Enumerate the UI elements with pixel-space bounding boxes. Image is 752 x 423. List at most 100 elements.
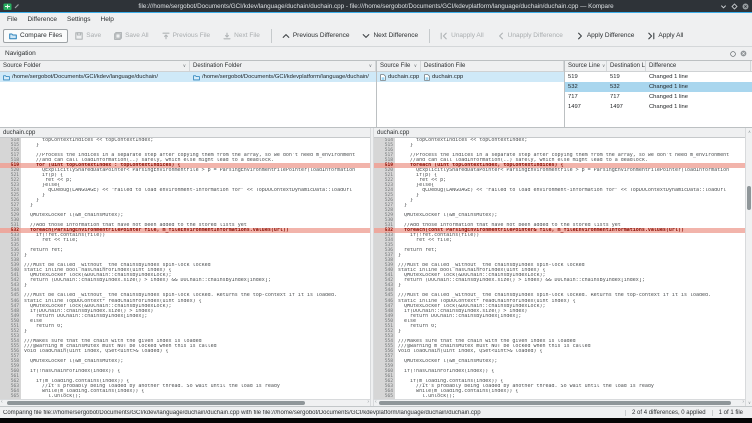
- source-line: 717: [565, 94, 607, 100]
- destination-line: 717: [607, 94, 646, 100]
- folders-list: Source Folder∨Destination Folder∨/home/s…: [0, 61, 377, 127]
- titlebar-pencil-icon: [14, 3, 20, 9]
- column-header-label: Destination File: [424, 63, 465, 69]
- next-file-button[interactable]: Next File: [217, 29, 266, 43]
- toolbar-separator: [271, 29, 272, 43]
- column-header-label: Source File: [380, 63, 410, 69]
- differences-list: Source Line∨Destination LineDifference 51…: [565, 61, 752, 127]
- difference-row[interactable]: 519519Changed 1 line: [565, 72, 752, 82]
- column-header-destination-file[interactable]: Destination File: [421, 61, 564, 71]
- kompare-window: file:///home/sergobot/Documents/GCI/kdev…: [0, 0, 752, 423]
- next-difference-button[interactable]: Next Difference: [356, 29, 424, 43]
- toolbar-separator: [429, 29, 430, 43]
- differences-status: 2 of 4 differences, 0 applied: [625, 410, 712, 416]
- scroll-left-icon[interactable]: ‹: [1, 399, 3, 406]
- menu-difference[interactable]: Difference: [22, 16, 62, 23]
- folder-icon: [193, 74, 200, 81]
- destination-file-cell: duchain.cpp: [421, 74, 564, 81]
- apply-all-icon: [647, 32, 655, 40]
- save-all-icon: [114, 32, 122, 40]
- float-dock-icon[interactable]: [730, 51, 736, 57]
- unapply-difference-button[interactable]: Unapply Difference: [491, 29, 569, 43]
- compare-files-button[interactable]: Compare Files: [3, 29, 68, 43]
- column-header-label: Difference: [649, 63, 676, 69]
- column-header-destination-line[interactable]: Destination Line: [607, 61, 646, 71]
- difference-text: Changed 1 line: [646, 94, 751, 100]
- compare-files-label: Compare Files: [20, 32, 62, 39]
- scroll-up-icon[interactable]: ∧: [746, 129, 752, 134]
- source-pane: duchain.cpp 514 topContextIndices << top…: [0, 128, 370, 406]
- previous-file-label: Previous File: [173, 32, 211, 39]
- column-header-source-folder[interactable]: Source Folder∨: [0, 61, 190, 71]
- navigation-dock-title: Navigation: [5, 50, 36, 57]
- destination-folder-cell: /home/sergobot/Documents/GCI/kdevplatfor…: [190, 74, 376, 81]
- menu-help[interactable]: Help: [96, 16, 119, 23]
- source-line: 1497: [565, 104, 607, 110]
- screen-edge: [0, 418, 752, 423]
- menu-file[interactable]: File: [2, 16, 22, 23]
- list-header: Source File ∨ Destination File: [377, 61, 564, 72]
- cpp-file-icon: [424, 74, 430, 81]
- save-button[interactable]: Save: [69, 29, 107, 43]
- scroll-right-icon[interactable]: ›: [367, 399, 369, 406]
- file-row[interactable]: duchain.cppduchain.cpp: [377, 72, 564, 82]
- difference-row[interactable]: 14971497Changed 1 line: [565, 102, 752, 112]
- menu-settings[interactable]: Settings: [62, 16, 96, 23]
- cpp-file-icon: [380, 74, 386, 81]
- apply-difference-button[interactable]: Apply Difference: [570, 29, 641, 43]
- column-header-destination-folder[interactable]: Destination Folder∨: [190, 61, 376, 71]
- save-icon: [75, 32, 83, 40]
- scroll-down-icon[interactable]: ∨: [746, 400, 752, 405]
- save-all-button[interactable]: Save All: [108, 29, 155, 43]
- unapply-all-label: Unapply All: [451, 32, 484, 39]
- maximize-icon[interactable]: [731, 3, 738, 10]
- titlebar[interactable]: file:///home/sergobot/Documents/GCI/kdev…: [0, 0, 752, 13]
- list-header: Source Folder∨Destination Folder∨: [0, 61, 376, 72]
- close-dock-icon[interactable]: [740, 50, 747, 57]
- destination-line: 1497: [607, 104, 646, 110]
- folder-row[interactable]: /home/sergobot/Documents/GCI/kdev/langua…: [0, 72, 376, 82]
- source-code-area[interactable]: 514 topContextIndices << topContextIndex…: [0, 138, 370, 399]
- destination-folder-path: /home/sergobot/Documents/GCI/kdevplatfor…: [202, 74, 369, 80]
- unapply-difference-icon: [497, 32, 505, 40]
- previous-difference-button[interactable]: Previous Difference: [276, 29, 356, 43]
- close-icon[interactable]: [742, 3, 749, 10]
- sort-indicator-icon: ∨: [414, 63, 417, 69]
- source-pane-title: duchain.cpp: [0, 128, 370, 138]
- navigation-panel: Source Folder∨Destination Folder∨/home/s…: [0, 60, 752, 128]
- previous-file-button[interactable]: Previous File: [156, 29, 217, 43]
- column-header-source-line[interactable]: Source Line∨: [565, 61, 607, 71]
- destination-pane-title: duchain.cpp: [374, 128, 745, 138]
- minimize-icon[interactable]: [720, 3, 727, 10]
- column-header-label: Source Line: [568, 63, 600, 69]
- previous-difference-label: Previous Difference: [293, 32, 350, 39]
- compare-files-icon: [9, 32, 17, 40]
- kompare-app-icon[interactable]: [3, 2, 12, 11]
- vertical-scrollbar[interactable]: ∧ ∨: [745, 128, 752, 406]
- navigation-dock-header[interactable]: Navigation: [0, 47, 752, 60]
- scrollbar-thumb[interactable]: [7, 401, 305, 405]
- destination-horizontal-scrollbar[interactable]: ‹ ›: [374, 399, 745, 406]
- source-horizontal-scrollbar[interactable]: ‹ ›: [0, 399, 370, 406]
- destination-pane: duchain.cpp 514 topContextIndices << top…: [374, 128, 745, 406]
- column-header-label: Destination Line: [610, 63, 646, 69]
- unapply-all-button[interactable]: Unapply All: [434, 29, 490, 43]
- save-label: Save: [86, 32, 101, 39]
- column-header-label: Destination Folder: [193, 63, 242, 69]
- next-difference-label: Next Difference: [373, 32, 418, 39]
- destination-code-area[interactable]: 514 topContextIndices << topContextIndex…: [374, 138, 745, 399]
- scroll-right-icon[interactable]: ›: [742, 399, 744, 406]
- scrollbar-thumb[interactable]: [747, 186, 751, 210]
- sort-indicator-icon: ∨: [183, 63, 186, 69]
- difference-row[interactable]: 717717Changed 1 line: [565, 92, 752, 102]
- toolbar: Compare Files Save Save All Previous File Ne…: [0, 25, 752, 47]
- difference-row[interactable]: 532532Changed 1 line: [565, 82, 752, 92]
- destination-file-name: duchain.cpp: [432, 74, 463, 80]
- scrollbar-thumb[interactable]: [379, 401, 731, 405]
- save-all-label: Save All: [125, 32, 149, 39]
- column-header-difference[interactable]: Difference: [646, 61, 751, 71]
- apply-all-button[interactable]: Apply All: [641, 29, 689, 43]
- column-header-source-file[interactable]: Source File ∨: [377, 61, 421, 71]
- scroll-left-icon[interactable]: ‹: [375, 399, 377, 406]
- source-folder-path: /home/sergobot/Documents/GCI/kdev/langua…: [12, 74, 158, 80]
